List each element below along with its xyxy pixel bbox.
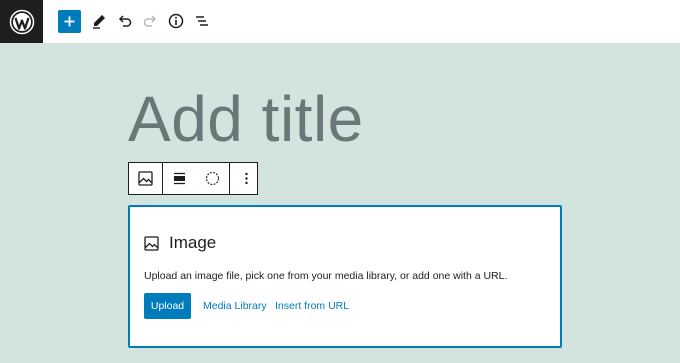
- edit-pencil-icon[interactable]: [88, 10, 110, 32]
- image-block-icon[interactable]: [129, 163, 162, 194]
- add-block-icon: [64, 16, 75, 27]
- media-library-button[interactable]: Media Library: [203, 293, 267, 319]
- insert-from-url-button[interactable]: Insert from URL: [275, 293, 349, 319]
- image-icon: [144, 235, 159, 251]
- image-block-header: Image: [144, 233, 216, 253]
- block-toolbar: [128, 162, 258, 195]
- more-options-group: [230, 163, 263, 194]
- image-block-instructions: Upload an image file, pick one from your…: [144, 270, 508, 282]
- editor-top-toolbar: [0, 0, 680, 44]
- post-title-input[interactable]: Add title: [128, 82, 364, 156]
- list-view-icon[interactable]: [191, 10, 213, 32]
- add-block-button[interactable]: [58, 10, 81, 33]
- info-icon[interactable]: [165, 10, 187, 32]
- image-block-placeholder[interactable]: Image Upload an image file, pick one fro…: [128, 205, 562, 348]
- block-controls-group: [163, 163, 230, 194]
- duotone-icon[interactable]: [196, 163, 229, 194]
- block-type-group: [129, 163, 163, 194]
- more-options-icon[interactable]: [230, 163, 263, 194]
- redo-icon[interactable]: [139, 10, 161, 32]
- image-block-label: Image: [169, 233, 217, 252]
- wordpress-logo-icon[interactable]: [0, 0, 43, 43]
- upload-button[interactable]: Upload: [144, 293, 191, 319]
- undo-icon[interactable]: [114, 10, 136, 32]
- align-icon[interactable]: [163, 163, 196, 194]
